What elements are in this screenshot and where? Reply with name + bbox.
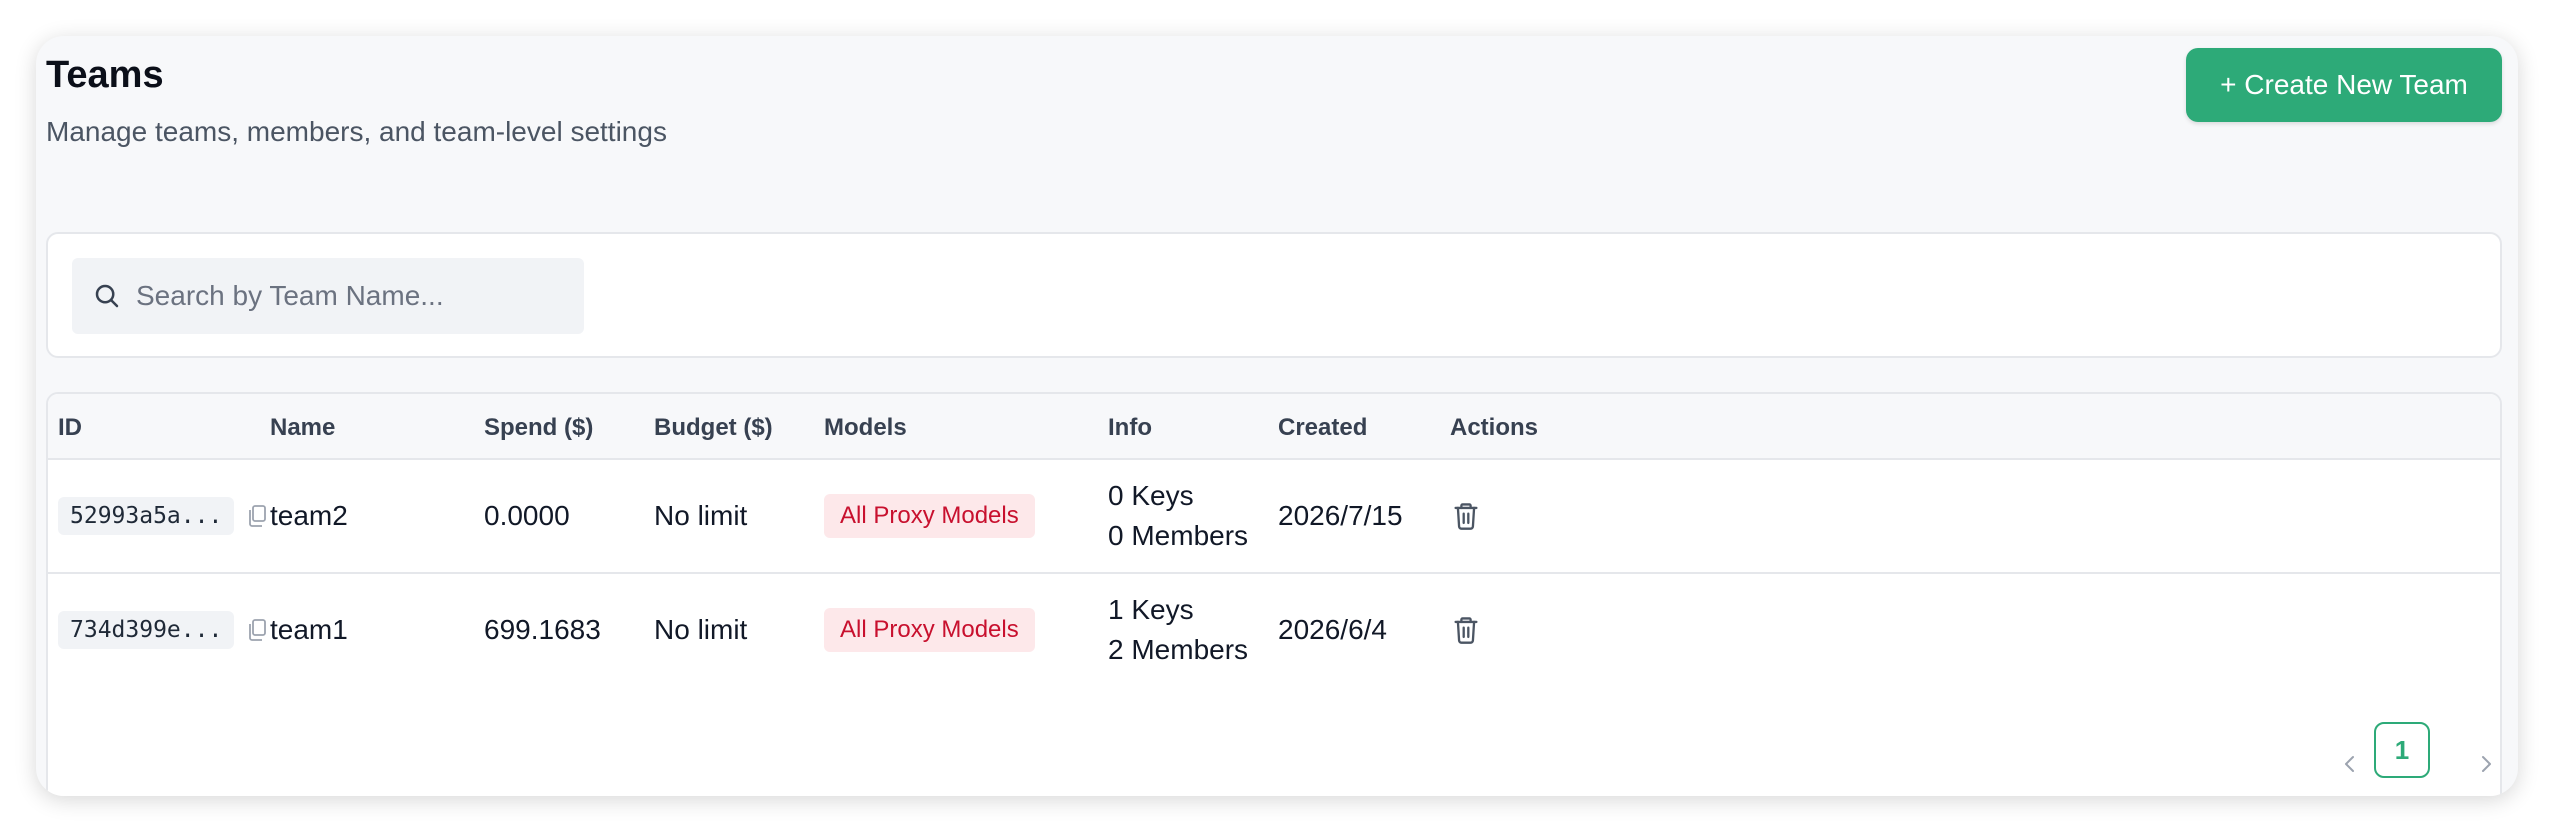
- team-info: 0 Keys 0 Members: [1108, 460, 1248, 572]
- members-count: 2 Members: [1108, 634, 1249, 665]
- models-cell: All Proxy Models: [824, 574, 1035, 686]
- page-subtitle: Manage teams, members, and team-level se…: [46, 116, 667, 147]
- column-header-actions: Actions: [1450, 414, 1539, 441]
- keys-count: 1 Keys: [1108, 594, 1194, 625]
- actions-cell: [1452, 460, 1480, 572]
- team-id-cell: 734d399e...: [58, 574, 268, 686]
- search-card: [46, 232, 2502, 358]
- chevron-right-icon: [2482, 756, 2491, 772]
- trash-icon[interactable]: [1452, 615, 1480, 645]
- trash-icon[interactable]: [1452, 501, 1480, 531]
- chevron-left-icon: [2345, 756, 2354, 772]
- teams-panel: Teams Manage teams, members, and team-le…: [36, 36, 2518, 796]
- create-new-team-button[interactable]: + Create New Team: [2186, 48, 2502, 122]
- team-spend: 699.1683: [484, 614, 601, 645]
- actions-cell: [1452, 574, 1480, 686]
- copy-icon[interactable]: [246, 618, 268, 642]
- team-budget: No limit: [654, 500, 748, 531]
- team-name: team2: [270, 500, 348, 531]
- keys-count: 0 Keys: [1108, 480, 1194, 511]
- search-icon: [95, 284, 119, 308]
- teams-table: ID Name Spend ($) Budget ($) Models Info…: [46, 392, 2502, 796]
- copy-icon[interactable]: [246, 504, 268, 528]
- column-header-budget: Budget ($): [654, 414, 773, 441]
- team-created: 2026/7/15: [1278, 500, 1403, 531]
- models-cell: All Proxy Models: [824, 460, 1035, 572]
- team-id: 52993a5a...: [58, 497, 235, 535]
- model-tag: All Proxy Models: [824, 608, 1035, 652]
- column-header-id: ID: [58, 414, 82, 441]
- team-created: 2026/6/4: [1278, 614, 1387, 645]
- team-name: team1: [270, 614, 348, 645]
- column-header-models: Models: [824, 414, 907, 441]
- search-box[interactable]: [72, 258, 584, 334]
- members-count: 0 Members: [1108, 520, 1249, 551]
- column-header-created: Created: [1278, 414, 1368, 441]
- table-header: ID Name Spend ($) Budget ($) Models Info…: [48, 394, 2500, 460]
- team-spend: 0.0000: [484, 500, 570, 531]
- column-header-spend: Spend ($): [484, 414, 594, 441]
- table-row: 734d399e... team1 699.1683 No limit All …: [48, 574, 2500, 686]
- column-header-info: Info: [1108, 414, 1152, 441]
- team-budget: No limit: [654, 614, 748, 645]
- pagination-next-button[interactable]: [2466, 742, 2500, 786]
- search-input[interactable]: [134, 279, 558, 313]
- table-row: 52993a5a... team2 0.0000 No limit All Pr…: [48, 460, 2500, 574]
- team-info: 1 Keys 2 Members: [1108, 574, 1248, 686]
- model-tag: All Proxy Models: [824, 494, 1035, 538]
- team-id-cell: 52993a5a...: [58, 460, 268, 572]
- column-header-name: Name: [270, 414, 336, 441]
- team-id: 734d399e...: [58, 611, 235, 649]
- page-title: Teams: [46, 54, 164, 96]
- pagination-prev-button[interactable]: [2330, 742, 2370, 786]
- pagination-page-button[interactable]: 1: [2374, 722, 2430, 778]
